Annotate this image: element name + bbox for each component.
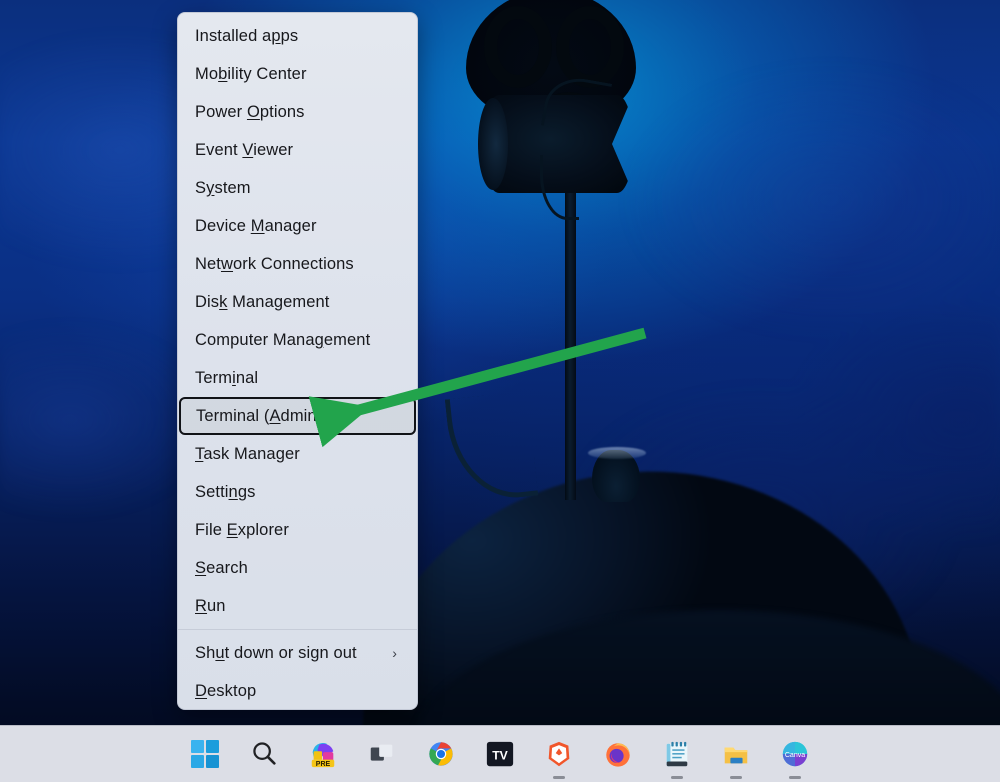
- search-button[interactable]: [244, 734, 284, 774]
- menu-item-label: Search: [195, 559, 248, 577]
- menu-item-mobility-center[interactable]: Mobility Center: [178, 55, 417, 93]
- menu-item-installed-apps[interactable]: Installed apps: [178, 17, 417, 55]
- menu-item-label: Computer Management: [195, 331, 371, 349]
- premiere-elements-icon: PRE: [311, 742, 335, 768]
- menu-item-disk-management[interactable]: Disk Management: [178, 283, 417, 321]
- running-indicator: [553, 776, 565, 779]
- menu-item-network-connections[interactable]: Network Connections: [178, 245, 417, 283]
- menu-item-desktop[interactable]: Desktop: [178, 672, 417, 710]
- running-indicator: [730, 776, 742, 779]
- menu-item-label: Disk Management: [195, 293, 330, 311]
- menu-item-label: Settings: [195, 483, 256, 501]
- menu-item-label: Terminal (Admin): [196, 407, 323, 425]
- menu-item-terminal[interactable]: Terminal: [178, 359, 417, 397]
- menu-item-label: Run: [195, 597, 226, 615]
- svg-text:PRE: PRE: [316, 761, 331, 768]
- wallpaper-drum-cap: [478, 98, 508, 190]
- menu-item-label: Event Viewer: [195, 141, 294, 159]
- menu-item-run[interactable]: Run: [178, 587, 417, 625]
- menu-item-power-options[interactable]: Power Options: [178, 93, 417, 131]
- menu-item-shut-down-or-sign-out[interactable]: Shut down or sign out ›: [178, 634, 417, 672]
- menu-item-computer-management[interactable]: Computer Management: [178, 321, 417, 359]
- brave-button[interactable]: [539, 734, 579, 779]
- windows-logo-icon: [191, 740, 219, 768]
- menu-item-search[interactable]: Search: [178, 549, 417, 587]
- wallpaper-lamp-eye-right: [556, 6, 624, 88]
- menu-item-label: File Explorer: [195, 521, 289, 539]
- wallpaper-lamp-eye-left: [484, 6, 552, 88]
- chevron-right-icon: ›: [392, 645, 397, 661]
- menu-item-task-manager[interactable]: Task Manager: [178, 435, 417, 473]
- svg-text:TV: TV: [492, 749, 508, 763]
- taskbar-items: PRE TV Canva: [185, 734, 815, 779]
- running-indicator: [671, 776, 683, 779]
- running-indicator: [789, 776, 801, 779]
- tradingview-icon: TV: [486, 741, 514, 767]
- search-icon: [253, 742, 276, 765]
- menu-item-system[interactable]: System: [178, 169, 417, 207]
- premiere-elements[interactable]: PRE: [303, 734, 343, 774]
- menu-item-label: Task Manager: [195, 445, 300, 463]
- start-button[interactable]: [185, 734, 225, 774]
- canva-icon: Canva: [782, 741, 808, 767]
- menu-item-label: Device Manager: [195, 217, 317, 235]
- menu-item-label: Network Connections: [195, 255, 354, 273]
- menu-item-terminal-admin[interactable]: Terminal (Admin): [179, 397, 416, 435]
- task-view-button[interactable]: [362, 734, 402, 774]
- folder-icon: [724, 747, 748, 764]
- firefox-icon: [606, 743, 630, 767]
- menu-list: Installed apps Mobility Center Power Optio…: [178, 17, 417, 710]
- chrome-button[interactable]: [421, 734, 461, 774]
- notepad-button[interactable]: [657, 734, 697, 779]
- desktop-screen: Installed apps Mobility Center Power Optio…: [0, 0, 1000, 782]
- menu-item-label: Desktop: [195, 682, 257, 700]
- notepad-icon: [666, 741, 688, 767]
- tradingview-button[interactable]: TV: [480, 734, 520, 774]
- menu-item-label: Power Options: [195, 103, 305, 121]
- menu-item-device-manager[interactable]: Device Manager: [178, 207, 417, 245]
- brave-icon: [548, 741, 570, 767]
- menu-item-file-explorer[interactable]: File Explorer: [178, 511, 417, 549]
- menu-item-label: Terminal: [195, 369, 259, 387]
- win-x-power-user-menu[interactable]: Installed apps Mobility Center Power Optio…: [177, 12, 418, 710]
- firefox-button[interactable]: [598, 734, 638, 774]
- task-view-icon: [370, 744, 393, 761]
- menu-separator: [178, 629, 417, 630]
- menu-item-event-viewer[interactable]: Event Viewer: [178, 131, 417, 169]
- canva-button[interactable]: Canva: [775, 734, 815, 779]
- svg-text:Canva: Canva: [785, 752, 805, 759]
- wallpaper-rock-highlight: [588, 447, 646, 459]
- file-explorer-button[interactable]: [716, 734, 756, 779]
- menu-item-settings[interactable]: Settings: [178, 473, 417, 511]
- menu-item-label: Shut down or sign out: [195, 644, 357, 662]
- taskbar[interactable]: PRE TV Canva: [0, 725, 1000, 782]
- chrome-icon: [429, 742, 453, 766]
- menu-item-label: Mobility Center: [195, 65, 307, 83]
- desktop-wallpaper: [0, 0, 1000, 782]
- menu-item-label: System: [195, 179, 251, 197]
- menu-item-label: Installed apps: [195, 27, 299, 45]
